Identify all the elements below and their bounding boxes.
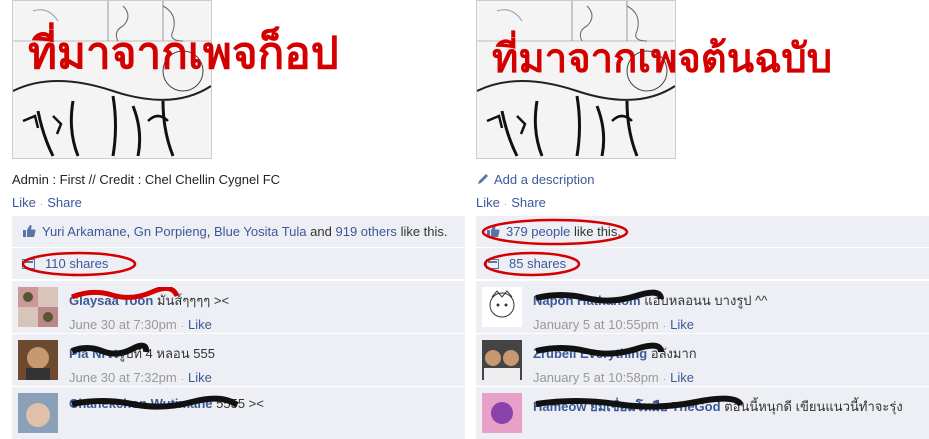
share-link[interactable]: Share: [47, 195, 82, 210]
comment-text: รูปที่ 4 หลอน 555: [118, 346, 215, 361]
comic-sketch: [477, 1, 675, 158]
add-description-link[interactable]: Add a description: [494, 172, 594, 187]
comment-author[interactable]: Glaysaa Toon: [69, 293, 153, 308]
people-link[interactable]: 379 people: [506, 224, 570, 239]
comment-author[interactable]: Chanekchon Wutimane: [69, 396, 213, 411]
comment-time[interactable]: June 30 at 7:32pm: [69, 370, 177, 385]
avatar[interactable]: [18, 393, 58, 433]
comment-like-link[interactable]: Like: [188, 317, 212, 332]
share-icon: [486, 259, 499, 269]
photo-caption: Admin : First // Credit : Chel Chellin C…: [12, 172, 281, 187]
avatar[interactable]: [482, 287, 522, 327]
comic-sketch: [13, 1, 211, 158]
shares-row: 110 shares: [12, 248, 465, 280]
comment: Hameow ยมีเชื่อมโหมือ TheGod ตอนนี้หนุกด…: [476, 386, 929, 439]
comment-time[interactable]: June 30 at 7:30pm: [69, 317, 177, 332]
feedback-panel: Yuri Arkamane, Gn Porpieng, Blue Yosita …: [12, 216, 465, 439]
post-actions: Like · Share: [476, 195, 546, 210]
and-text: and: [310, 224, 332, 239]
avatar[interactable]: [18, 340, 58, 380]
comma: ,: [206, 224, 215, 239]
comment-text: แอบหลอนน บางรูป ^^: [644, 293, 768, 308]
avatar[interactable]: [482, 393, 522, 433]
comment-time[interactable]: January 5 at 10:55pm: [533, 317, 659, 332]
like-link[interactable]: Like: [12, 195, 36, 210]
avatar[interactable]: [18, 287, 58, 327]
shares-link[interactable]: 110 shares: [45, 256, 108, 271]
post-photo[interactable]: [12, 0, 212, 159]
comment-author[interactable]: Zrubell Everything: [533, 346, 647, 361]
like-link[interactable]: Like: [476, 195, 500, 210]
comment-like-link[interactable]: Like: [670, 370, 694, 385]
comment-author[interactable]: Hameow ยมีเชื่อมโหมือ TheGod: [533, 399, 721, 414]
like-suffix: like this.: [573, 224, 621, 239]
share-link[interactable]: Share: [511, 195, 546, 210]
separator-dot: ·: [503, 199, 508, 210]
comment: Pla Nrvtรูปที่ 4 หลอน 555 June 30 at 7:3…: [12, 333, 465, 386]
pencil-icon: [478, 174, 488, 184]
separator-dot: ·: [39, 199, 44, 210]
feedback-panel: 379 people like this. 85 shares Napon Ha…: [476, 216, 929, 439]
likes-row: 379 people like this.: [476, 216, 929, 248]
comment: Napon Hathanom แอบหลอนน บางรูป ^^ Januar…: [476, 280, 929, 333]
share-icon: [22, 259, 35, 269]
avatar[interactable]: [482, 340, 522, 380]
left-post: ที่มาจากเพจก็อป Admin : First // Credit …: [12, 0, 465, 439]
comment-time[interactable]: January 5 at 10:58pm: [533, 370, 659, 385]
others-link[interactable]: 919 others: [336, 224, 397, 239]
liker-link[interactable]: Blue Yosita Tula: [214, 224, 307, 239]
comment-like-link[interactable]: Like: [188, 370, 212, 385]
comment-author[interactable]: Pla Nrvt: [69, 346, 118, 361]
right-post: ที่มาจากเพจต้นฉบับ Add a description Lik…: [476, 0, 929, 439]
shares-link[interactable]: 85 shares: [509, 256, 566, 271]
comment-text: มันส์ๆๆๆๆ ><: [156, 293, 230, 308]
comment-text: ตอนนี้หนุกดี เขียนแนวนี้ทำจะรุ่ง: [724, 399, 903, 414]
post-photo[interactable]: [476, 0, 676, 159]
liker-link[interactable]: Gn Porpieng: [134, 224, 207, 239]
comment-text: 5555 ><: [216, 396, 264, 411]
likes-row: Yuri Arkamane, Gn Porpieng, Blue Yosita …: [12, 216, 465, 248]
comment: Zrubell Everything อลังมาก January 5 at …: [476, 333, 929, 386]
comment-like-link[interactable]: Like: [670, 317, 694, 332]
post-actions: Like · Share: [12, 195, 82, 210]
shares-row: 85 shares: [476, 248, 929, 280]
thumbs-up-icon: [487, 225, 500, 237]
liker-link[interactable]: Yuri Arkamane: [42, 224, 127, 239]
thumbs-up-icon: [23, 225, 36, 237]
comment: Chanekchon Wutimane 5555 ><: [12, 386, 465, 439]
comment-author[interactable]: Napon Hathanom: [533, 293, 641, 308]
comment-text: อลังมาก: [650, 346, 697, 361]
like-suffix: like this.: [400, 224, 448, 239]
comma: ,: [126, 224, 134, 239]
comment: Glaysaa Toon มันส์ๆๆๆๆ >< June 30 at 7:3…: [12, 280, 465, 333]
